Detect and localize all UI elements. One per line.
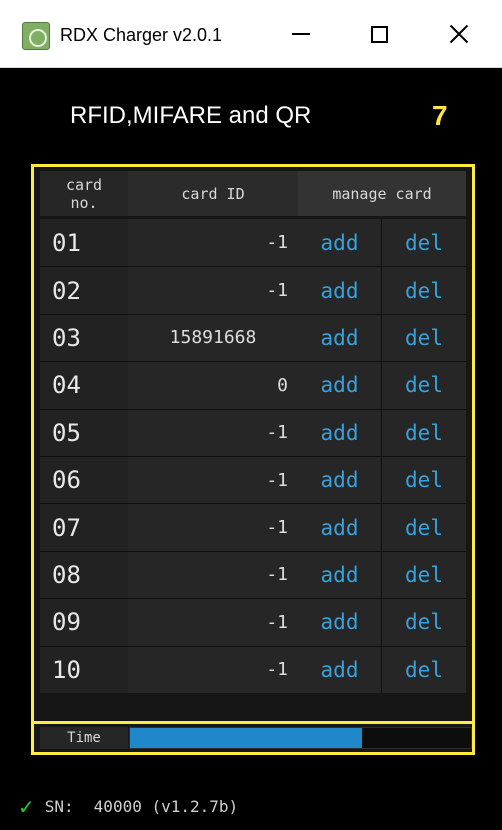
maximize-icon [370, 25, 388, 43]
card-number: 10 [40, 645, 128, 693]
time-progress-fill [130, 728, 362, 748]
delete-card-button[interactable]: del [382, 361, 466, 409]
column-header-manage-card: manage card [298, 171, 466, 216]
table-header: card no. card ID manage card [40, 171, 466, 216]
close-button[interactable] [420, 0, 498, 68]
close-icon [449, 24, 469, 44]
check-icon: ✓ [18, 795, 35, 819]
table-row: 01 -1 add del [40, 219, 466, 267]
card-id: -1 [128, 645, 298, 693]
card-id: -1 [128, 598, 298, 646]
delete-card-button[interactable]: del [382, 550, 466, 599]
add-card-button[interactable]: add [298, 598, 382, 646]
card-number: 09 [40, 598, 128, 646]
table-row: 05 -1 add del [40, 408, 466, 456]
window-title: RDX Charger v2.0.1 [60, 25, 223, 45]
card-rows: 01 -1 add del 02 -1 add del 03 15891668 … [40, 219, 466, 693]
add-card-button[interactable]: add [298, 550, 382, 599]
card-number: 06 [40, 455, 128, 504]
delete-card-button[interactable]: del [382, 266, 466, 314]
card-number: 07 [40, 503, 128, 551]
card-number: 04 [40, 361, 128, 409]
add-card-button[interactable]: add [298, 503, 382, 551]
card-number: 02 [40, 266, 128, 314]
delete-card-button[interactable]: del [382, 598, 466, 646]
table-row: 07 -1 add del [40, 503, 466, 551]
card-id: -1 [128, 455, 298, 504]
time-panel: Time [31, 721, 475, 755]
add-card-button[interactable]: add [298, 645, 382, 693]
table-row: 02 -1 add del [40, 266, 466, 314]
table-row: 03 15891668 add del [40, 313, 466, 362]
window-titlebar[interactable]: RDX Charger v2.0.1 [0, 0, 502, 68]
card-number: 03 [40, 313, 128, 362]
delete-card-button[interactable]: del [382, 645, 466, 693]
add-card-button[interactable]: add [298, 219, 382, 267]
serial-number-label: SN: [44, 797, 74, 816]
card-id: -1 [128, 503, 298, 551]
add-card-button[interactable]: add [298, 266, 382, 314]
add-card-button[interactable]: add [298, 408, 382, 456]
card-id: 15891668 [128, 313, 298, 362]
time-label: Time [40, 727, 128, 749]
delete-card-button[interactable]: del [382, 408, 466, 456]
page-title: RFID,MIFARE and QR [70, 102, 312, 129]
table-row: 04 0 add del [40, 361, 466, 409]
app-logo-icon [22, 22, 50, 50]
card-id: -1 [128, 408, 298, 456]
serial-number-value: 40000 (v1.2.7b) [93, 797, 239, 816]
time-progress-bar [129, 727, 472, 749]
card-number: 01 [40, 219, 128, 267]
table-row: 08 -1 add del [40, 550, 466, 599]
column-header-card-no: card no. [40, 171, 128, 216]
minimize-button[interactable] [262, 0, 340, 68]
card-id: -1 [128, 219, 298, 267]
delete-card-button[interactable]: del [382, 313, 466, 362]
table-row: 09 -1 add del [40, 598, 466, 646]
card-number: 05 [40, 408, 128, 456]
status-footer: ✓ SN: 40000 (v1.2.7b) [18, 794, 238, 820]
column-header-card-id: card ID [128, 171, 298, 216]
minimize-icon [292, 33, 310, 35]
add-card-button[interactable]: add [298, 455, 382, 504]
delete-card-button[interactable]: del [382, 455, 466, 504]
column-header-card-no-label: card no. [65, 175, 103, 212]
card-id: -1 [128, 550, 298, 599]
card-id: -1 [128, 266, 298, 314]
add-card-button[interactable]: add [298, 313, 382, 362]
card-id: 0 [128, 361, 298, 409]
table-row: 10 -1 add del [40, 645, 466, 693]
delete-card-button[interactable]: del [382, 503, 466, 551]
card-table: card no. card ID manage card 01 -1 add de… [31, 164, 475, 724]
add-card-button[interactable]: add [298, 361, 382, 409]
delete-card-button[interactable]: del [382, 219, 466, 267]
card-number: 08 [40, 550, 128, 599]
maximize-button[interactable] [340, 0, 418, 68]
table-row: 06 -1 add del [40, 455, 466, 504]
card-count: 7 [432, 100, 448, 131]
